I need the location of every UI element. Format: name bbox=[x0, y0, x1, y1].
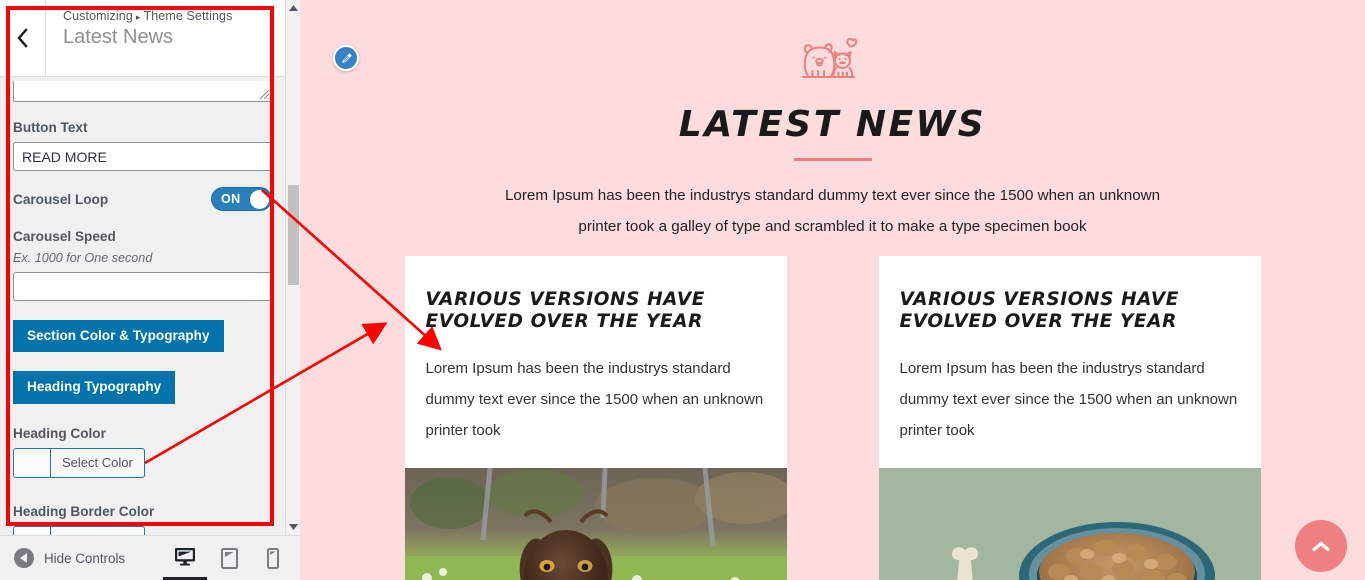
breadcrumb: Customizing ▸ Theme Settings bbox=[63, 9, 285, 23]
chevron-up-icon bbox=[1312, 541, 1330, 551]
button-text-label: Button Text bbox=[13, 120, 88, 135]
pencil-icon bbox=[341, 52, 352, 63]
control-heading-color: Heading Color Select Color bbox=[0, 426, 285, 482]
news-card-list: VARIOUS VERSIONS HAVE EVOLVED OVER THE Y… bbox=[300, 256, 1365, 580]
tablet-icon bbox=[220, 547, 238, 569]
heading-typography-button[interactable]: Heading Typography bbox=[13, 371, 176, 404]
heading-border-color-swatch[interactable] bbox=[14, 526, 51, 535]
button-text-input[interactable] bbox=[13, 142, 272, 171]
edit-shortcut-button[interactable] bbox=[333, 45, 359, 71]
scrollbar-thumb[interactable] bbox=[288, 185, 299, 285]
news-card-text: Lorem Ipsum has been the industrys stand… bbox=[899, 360, 1238, 439]
customizer-header-titles: Customizing ▸ Theme Settings Latest News bbox=[46, 0, 285, 76]
section-description: Lorem Ipsum has been the industrys stand… bbox=[300, 180, 1365, 242]
carousel-loop-label: Carousel Loop bbox=[13, 191, 109, 207]
section-title-underline bbox=[793, 158, 872, 161]
section-description-line-2: printer took a galley of type and scramb… bbox=[578, 218, 1087, 235]
control-carousel-loop: Carousel Loop ON bbox=[0, 187, 285, 211]
mobile-icon bbox=[267, 547, 280, 569]
news-card[interactable]: VARIOUS VERSIONS HAVE EVOLVED OVER THE Y… bbox=[404, 256, 787, 580]
news-card-body: VARIOUS VERSIONS HAVE EVOLVED OVER THE Y… bbox=[879, 256, 1261, 456]
breadcrumb-current: Theme Settings bbox=[143, 9, 233, 23]
resize-grip-icon[interactable] bbox=[257, 87, 270, 100]
carousel-speed-label: Carousel Speed bbox=[13, 229, 116, 244]
page-title: Latest News bbox=[63, 26, 174, 48]
scrollbar-down-arrow-icon[interactable] bbox=[286, 519, 301, 535]
device-preview-buttons bbox=[163, 536, 295, 580]
section-description-line-1: Lorem Ipsum has been the industrys stand… bbox=[504, 187, 1161, 204]
customizer-panel: Customizing ▸ Theme Settings Latest News B… bbox=[0, 0, 300, 580]
control-heading-border-color: Heading Border Color Select Color bbox=[0, 504, 285, 535]
control-section-color-typography: Section Color & Typography bbox=[0, 320, 285, 353]
news-card[interactable]: VARIOUS VERSIONS HAVE EVOLVED OVER THE Y… bbox=[878, 256, 1261, 580]
control-button-text: Button Text bbox=[0, 120, 285, 171]
heading-border-color-picker[interactable]: Select Color bbox=[13, 525, 145, 535]
news-card-body: VARIOUS VERSIONS HAVE EVOLVED OVER THE Y… bbox=[405, 256, 787, 456]
collapse-arrow-icon bbox=[14, 548, 34, 568]
carousel-speed-description: Ex. 1000 for One second bbox=[13, 251, 153, 265]
dog-cat-heart-icon bbox=[801, 37, 857, 78]
customizer-scrollbar[interactable] bbox=[285, 0, 300, 535]
carousel-loop-toggle[interactable]: ON bbox=[211, 187, 272, 211]
hide-controls-label: Hide Controls bbox=[44, 550, 126, 566]
heading-border-color-select-label: Select Color bbox=[51, 527, 144, 535]
back-to-top-button[interactable] bbox=[1295, 520, 1347, 572]
heading-color-label: Heading Color bbox=[13, 425, 106, 441]
customizer-sections-scroll: Customizing ▸ Theme Settings Latest News B… bbox=[0, 0, 285, 535]
theme-preview: LATEST NEWS Lorem Ipsum has been the ind… bbox=[300, 0, 1365, 580]
news-card-photo bbox=[404, 468, 787, 580]
news-card-title: VARIOUS VERSIONS HAVE EVOLVED OVER THE Y… bbox=[425, 289, 706, 332]
heading-color-swatch[interactable] bbox=[14, 448, 51, 477]
heading-color-select-label: Select Color bbox=[62, 455, 133, 471]
news-card-title: VARIOUS VERSIONS HAVE EVOLVED OVER THE Y… bbox=[899, 289, 1180, 332]
dog-in-grass-photo bbox=[404, 468, 787, 580]
section-header: LATEST NEWS bbox=[300, 0, 1365, 161]
toggle-knob bbox=[250, 189, 269, 209]
section-color-typography-button[interactable]: Section Color & Typography bbox=[13, 320, 224, 353]
breadcrumb-separator-icon: ▸ bbox=[135, 12, 141, 22]
breadcrumb-root: Customizing bbox=[63, 9, 133, 23]
control-heading-typography: Heading Typography bbox=[0, 371, 285, 404]
news-card-photo bbox=[878, 468, 1261, 580]
news-card-text: Lorem Ipsum has been the industrys stand… bbox=[425, 360, 764, 439]
back-button[interactable] bbox=[0, 0, 46, 76]
customizer-screen: Customizing ▸ Theme Settings Latest News B… bbox=[0, 0, 1365, 580]
section-title: LATEST NEWS bbox=[678, 104, 987, 145]
carousel-speed-input[interactable] bbox=[13, 272, 272, 301]
scrollbar-up-arrow-icon[interactable] bbox=[286, 0, 301, 16]
carousel-loop-toggle-state: ON bbox=[221, 192, 241, 206]
dog-food-bowl-photo bbox=[878, 468, 1261, 580]
device-button-mobile[interactable] bbox=[251, 536, 295, 580]
device-button-tablet[interactable] bbox=[207, 536, 251, 580]
hide-controls-button[interactable]: Hide Controls bbox=[14, 548, 125, 568]
desktop-icon bbox=[175, 547, 196, 565]
customizer-header: Customizing ▸ Theme Settings Latest News bbox=[0, 0, 285, 77]
control-carousel-speed: Carousel Speed Ex. 1000 for One second bbox=[0, 229, 285, 301]
previous-control-textarea[interactable] bbox=[13, 81, 272, 102]
heading-border-color-label: Heading Border Color bbox=[13, 503, 155, 519]
device-button-desktop[interactable] bbox=[163, 536, 208, 580]
heading-color-picker[interactable]: Select Color bbox=[13, 447, 145, 478]
customizer-footer: Hide Controls bbox=[0, 535, 300, 580]
